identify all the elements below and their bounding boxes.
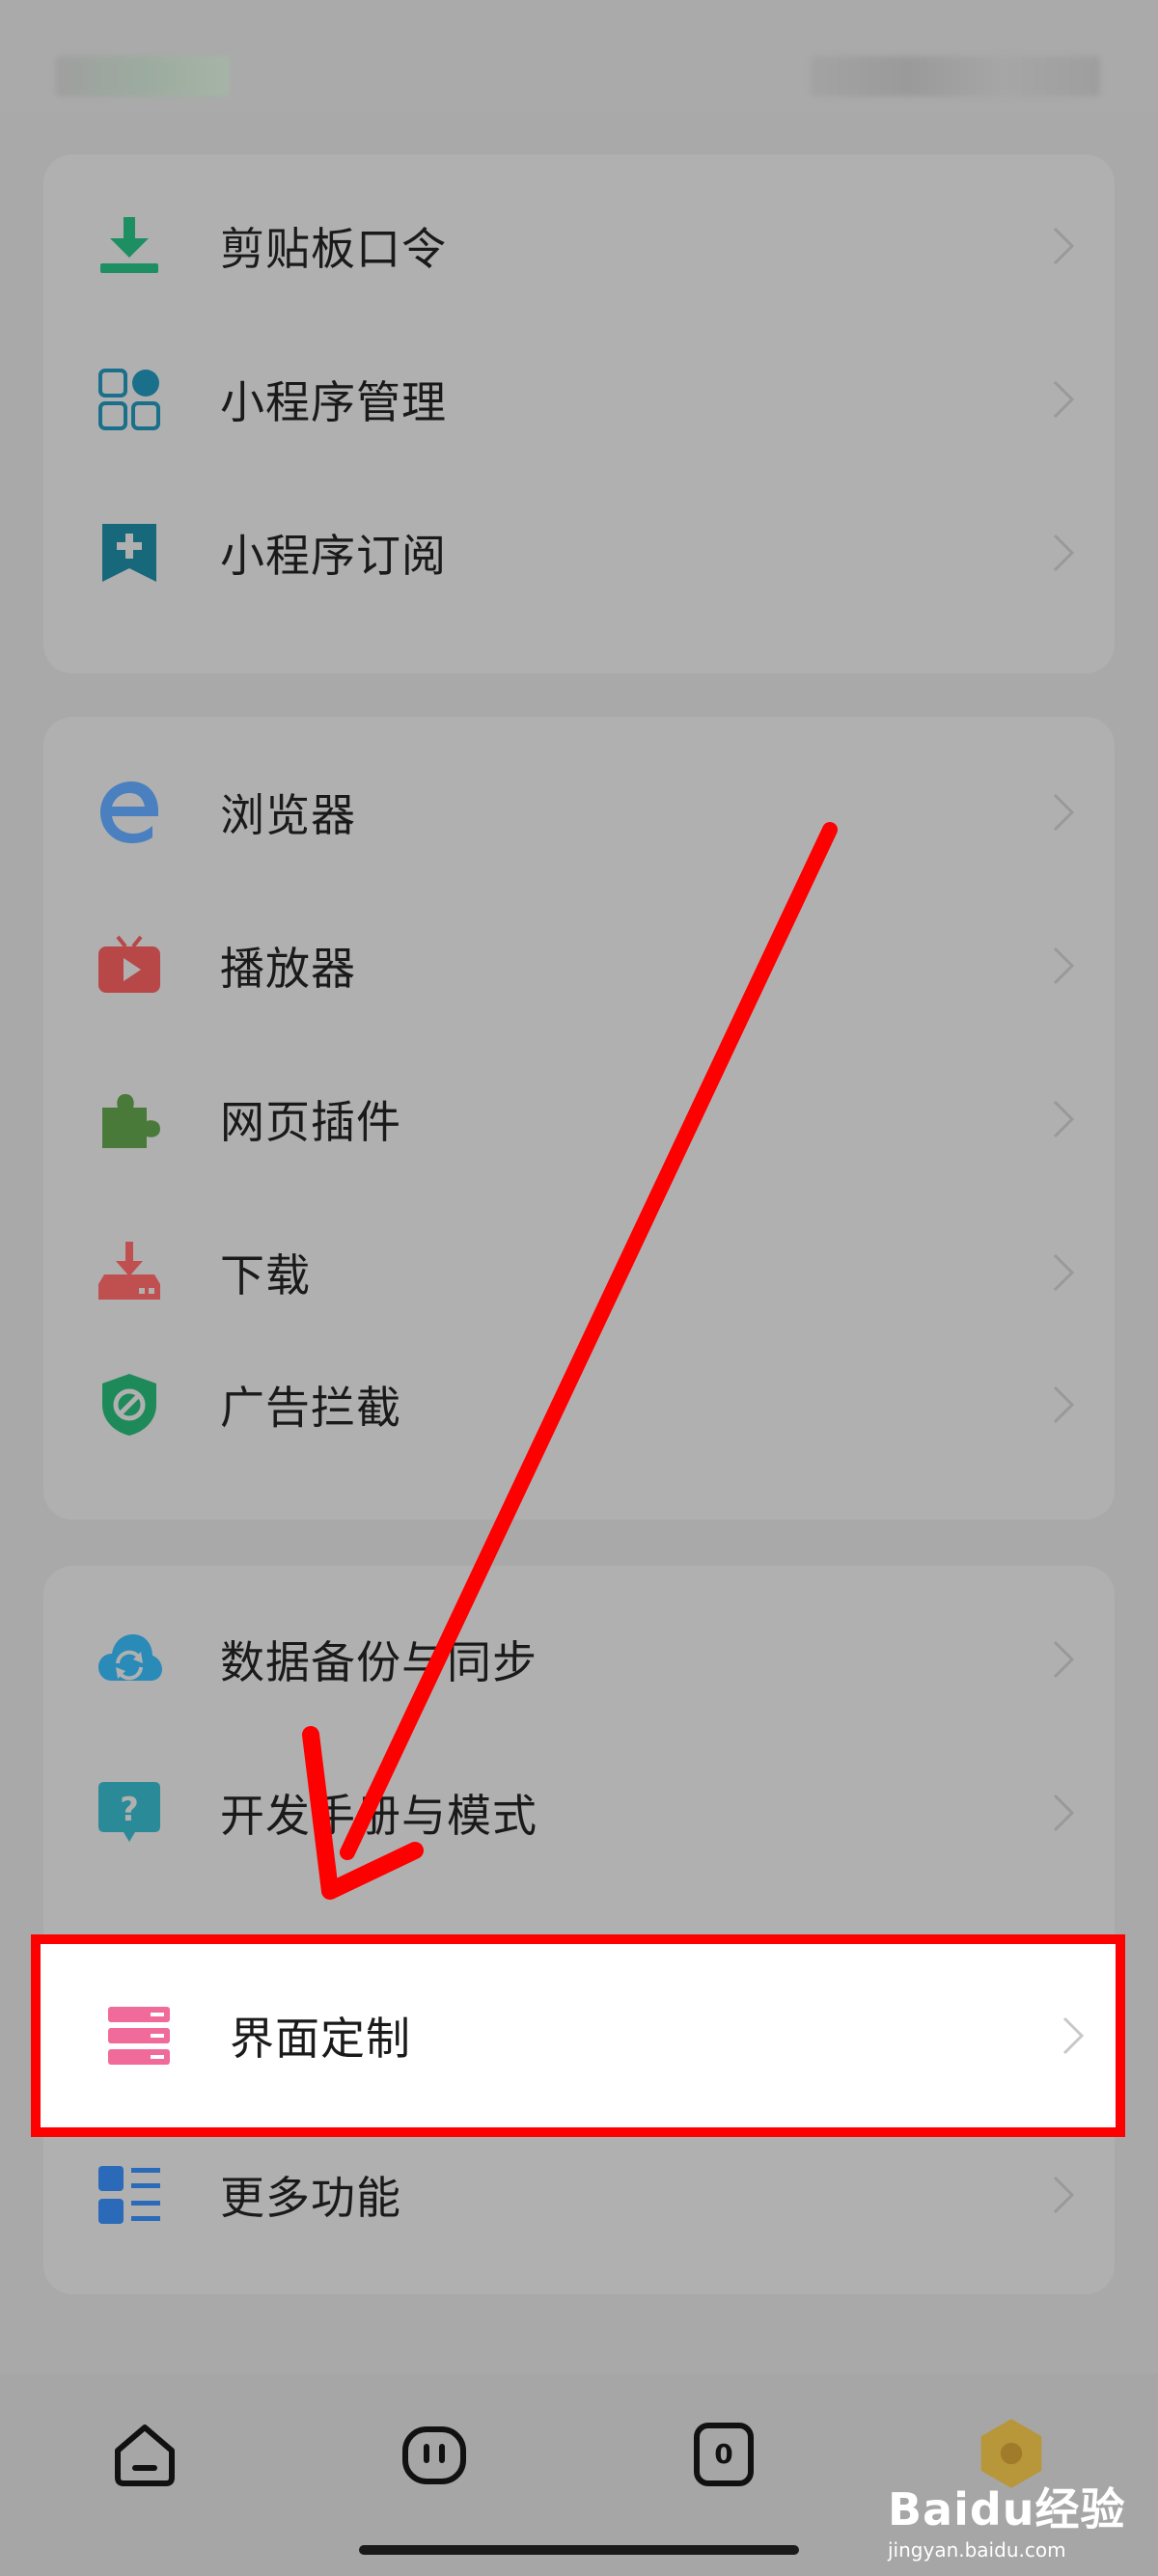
tabs-count: 0 <box>714 2438 733 2470</box>
watermark-url: jingyan.baidu.com <box>888 2538 1066 2562</box>
tabs-count-icon[interactable]: 0 <box>691 2422 757 2487</box>
home-icon[interactable] <box>112 2422 178 2487</box>
watermark-brand: Baidu经验 <box>888 2483 1126 2535</box>
annotation-arrow <box>302 822 838 1900</box>
watermark: Baidu经验 jingyan.baidu.com <box>888 2475 1126 2562</box>
face-icon[interactable] <box>401 2422 467 2487</box>
home-indicator <box>359 2545 799 2555</box>
